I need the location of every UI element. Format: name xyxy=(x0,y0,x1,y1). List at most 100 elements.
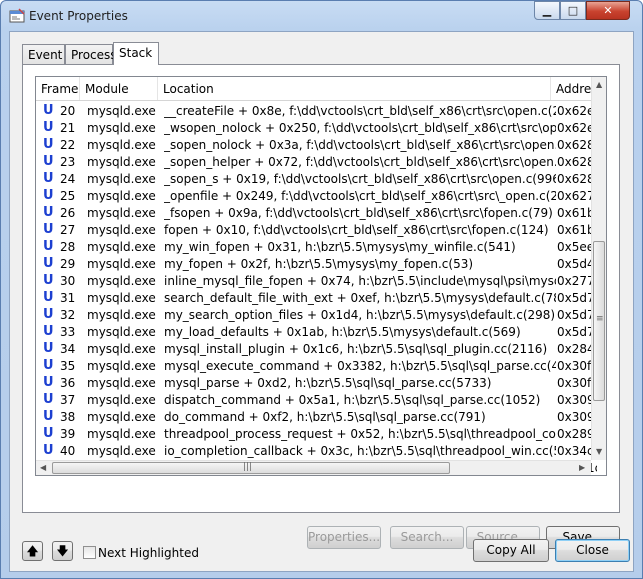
module-cell: mysqld.exe xyxy=(87,393,156,407)
scroll-left-arrow-icon[interactable]: ◀ xyxy=(40,463,46,472)
table-row[interactable]: U 37 mysqld.exe dispatch_command + 0x5a1, h… xyxy=(36,391,597,408)
close-icon: ✕ xyxy=(603,4,613,17)
table-row[interactable]: U 28 mysqld.exe my_win_fopen + 0x31, h:\bzr… xyxy=(36,238,597,255)
user-mode-frame-icon: U xyxy=(43,188,54,203)
scroll-right-arrow-icon[interactable]: ▶ xyxy=(579,463,585,472)
table-row[interactable]: U 29 mysqld.exe my_fopen + 0x2f, h:\bzr\5.5… xyxy=(36,255,597,272)
user-mode-frame-icon: U xyxy=(43,341,54,356)
location-cell: _sopen_helper + 0x72, f:\dd\vctools\crt_… xyxy=(164,155,556,169)
location-cell: search_default_file_with_ext + 0xef, h:\… xyxy=(164,291,556,305)
location-cell: my_fopen + 0x2f, h:\bzr\5.5\mysys\my_fop… xyxy=(164,257,474,271)
previous-event-button[interactable]: 🡅 xyxy=(22,541,43,561)
table-row[interactable]: U 22 mysqld.exe _sopen_nolock + 0x3a, f:\dd… xyxy=(36,136,597,153)
module-cell: mysqld.exe xyxy=(87,427,156,441)
module-cell: mysqld.exe xyxy=(87,410,156,424)
user-mode-frame-icon: U xyxy=(43,256,54,271)
table-row[interactable]: U 21 mysqld.exe _wsopen_nolock + 0x250, f:\… xyxy=(36,119,597,136)
module-cell: mysqld.exe xyxy=(87,121,156,135)
table-row[interactable]: U 30 mysqld.exe inline_mysql_file_fopen + 0… xyxy=(36,272,597,289)
scroll-up-arrow-icon[interactable]: ▲ xyxy=(596,80,602,89)
column-header-frame[interactable]: Frame xyxy=(36,77,80,100)
location-cell: _sopen_s + 0x19, f:\dd\vctools\crt_bld\s… xyxy=(164,172,556,186)
user-mode-frame-icon: U xyxy=(43,392,54,407)
horizontal-scrollbar[interactable]: ◀ ||| ▶ xyxy=(36,460,591,475)
tab-stack[interactable]: Stack xyxy=(113,42,159,65)
module-cell: mysqld.exe xyxy=(87,155,156,169)
location-cell: do_command + 0xf2, h:\bzr\5.5\sql\sql_pa… xyxy=(164,410,486,424)
app-window-icon xyxy=(9,8,25,23)
maximize-button[interactable]: □ xyxy=(560,1,586,20)
copy-all-button[interactable]: Copy All xyxy=(473,539,549,562)
location-cell: my_search_option_files + 0x1d4, h:\bzr\5… xyxy=(164,308,556,322)
table-row[interactable]: U 38 mysqld.exe do_command + 0xf2, h:\bzr\5… xyxy=(36,408,597,425)
location-cell: threadpool_process_request + 0x52, h:\bz… xyxy=(164,427,556,441)
title-bar[interactable]: Event Properties ▁ □ ✕ xyxy=(1,1,642,31)
module-cell: mysqld.exe xyxy=(87,223,156,237)
user-mode-frame-icon: U xyxy=(43,426,54,441)
window-close-button[interactable]: ✕ xyxy=(586,1,630,20)
user-mode-frame-icon: U xyxy=(43,443,54,458)
close-button[interactable]: Close xyxy=(555,539,630,562)
location-cell: _openfile + 0x249, f:\dd\vctools\crt_bld… xyxy=(164,189,556,203)
module-cell: mysqld.exe xyxy=(87,274,156,288)
stack-list[interactable]: Frame Module Location Addres U20mysqld.e… xyxy=(35,76,607,476)
scroll-down-arrow-icon[interactable]: ▼ xyxy=(596,447,602,456)
properties-button[interactable]: Properties... xyxy=(307,526,381,549)
table-row[interactable]: U 26 mysqld.exe _fsopen + 0x9a, f:\dd\vctoo… xyxy=(36,204,597,221)
tab-event[interactable]: Event xyxy=(22,44,65,64)
module-cell: mysqld.exe xyxy=(87,138,156,152)
module-cell: mysqld.exe xyxy=(87,444,156,458)
user-mode-frame-icon: U xyxy=(43,171,54,186)
next-highlighted-label[interactable]: Next Highlighted xyxy=(98,546,199,560)
module-cell: mysqld.exe xyxy=(87,291,156,305)
arrow-down-icon: 🡇 xyxy=(56,544,69,558)
minimize-icon: ▁ xyxy=(542,4,552,17)
window-title: Event Properties xyxy=(29,9,128,23)
event-properties-window: Event Properties ▁ □ ✕ Event Process Sta… xyxy=(0,0,643,579)
user-mode-frame-icon: U xyxy=(43,409,54,424)
vertical-scrollbar[interactable]: ▲ ≡ ▼ xyxy=(591,77,606,460)
table-row[interactable]: U 31 mysqld.exe search_default_file_with_ex… xyxy=(36,289,597,306)
arrow-up-icon: 🡅 xyxy=(26,544,39,558)
user-mode-frame-icon: U xyxy=(43,307,54,322)
next-event-button[interactable]: 🡇 xyxy=(52,541,73,561)
table-row[interactable]: U 35 mysqld.exe mysql_execute_command + 0x3… xyxy=(36,357,597,374)
user-mode-frame-icon: U xyxy=(43,205,54,220)
module-cell: mysqld.exe xyxy=(87,342,156,356)
user-mode-frame-icon: U xyxy=(43,154,54,169)
column-header-location[interactable]: Location xyxy=(158,77,551,100)
table-row[interactable]: U 24 mysqld.exe _sopen_s + 0x19, f:\dd\vcto… xyxy=(36,170,597,187)
user-mode-frame-icon: U xyxy=(43,375,54,390)
module-cell: mysqld.exe xyxy=(87,189,156,203)
table-row[interactable]: U 20 mysqld.exe __createFile + 0x8e, f:\dd\… xyxy=(36,102,597,119)
column-header-address[interactable]: Addres xyxy=(551,77,591,100)
next-highlighted-checkbox[interactable] xyxy=(83,546,96,559)
minimize-button[interactable]: ▁ xyxy=(534,1,560,20)
column-header-module[interactable]: Module xyxy=(80,77,158,100)
location-cell: my_win_fopen + 0x31, h:\bzr\5.5\mysys\my… xyxy=(164,240,516,254)
user-mode-frame-icon: U xyxy=(43,103,54,118)
location-cell: mysql_execute_command + 0x3382, h:\bzr\5… xyxy=(164,359,556,373)
list-header: Frame Module Location Addres xyxy=(36,77,591,101)
search-button[interactable]: Search... xyxy=(390,526,464,549)
stack-tab-panel: Frame Module Location Addres U20mysqld.e… xyxy=(22,64,620,549)
tab-process[interactable]: Process xyxy=(65,44,117,64)
table-row[interactable]: U 33 mysqld.exe my_load_defaults + 0x1ab, h… xyxy=(36,323,597,340)
table-row[interactable]: U 32 mysqld.exe my_search_option_files + 0x… xyxy=(36,306,597,323)
vertical-scroll-thumb[interactable]: ≡ xyxy=(593,241,605,401)
module-cell: mysqld.exe xyxy=(87,308,156,322)
module-cell: mysqld.exe xyxy=(87,376,156,390)
dialog-client-area: Event Process Stack Frame Module Locatio… xyxy=(9,31,634,572)
user-mode-frame-icon: U xyxy=(43,120,54,135)
table-row[interactable]: U 25 mysqld.exe _openfile + 0x249, f:\dd\vc… xyxy=(36,187,597,204)
horizontal-scroll-thumb[interactable]: ||| xyxy=(52,462,450,474)
user-mode-frame-icon: U xyxy=(43,222,54,237)
table-row[interactable]: U 39 mysqld.exe threadpool_process_request … xyxy=(36,425,597,442)
table-row[interactable]: U 36 mysqld.exe mysql_parse + 0xd2, h:\bzr\… xyxy=(36,374,597,391)
location-cell: fopen + 0x10, f:\dd\vctools\crt_bld\self… xyxy=(164,223,549,237)
table-row[interactable]: U 40 mysqld.exe io_completion_callback + 0x… xyxy=(36,442,597,459)
table-row[interactable]: U 27 mysqld.exe fopen + 0x10, f:\dd\vctools… xyxy=(36,221,597,238)
grip-icon: ||| xyxy=(243,462,253,472)
table-row[interactable]: U 23 mysqld.exe _sopen_helper + 0x72, f:\dd… xyxy=(36,153,597,170)
table-row[interactable]: U 34 mysqld.exe mysql_install_plugin + 0x1c… xyxy=(36,340,597,357)
